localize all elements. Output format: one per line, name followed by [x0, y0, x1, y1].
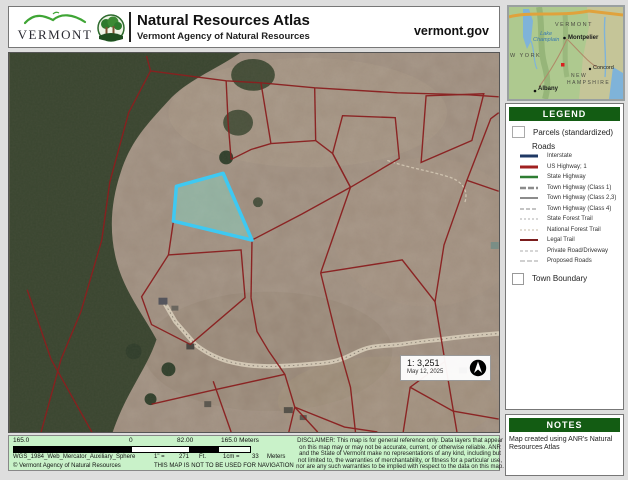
legend-line-swatch — [519, 258, 539, 264]
cm-eq-unit: Meters — [267, 454, 285, 460]
inset-label-new-york: W YORK — [510, 53, 541, 59]
legend-line-swatch — [519, 164, 539, 170]
legend-item-label: Town Highway (Class 4) — [547, 206, 611, 212]
anr-logo-icon — [97, 14, 125, 42]
legend-town-boundary-row: Town Boundary — [509, 273, 620, 285]
inset-label-nh2: HAMPSHIRE — [567, 80, 610, 86]
town-boundary-label: Town Boundary — [532, 274, 587, 283]
legend-line-swatch — [519, 153, 539, 159]
page-subtitle: Vermont Agency of Natural Resources — [137, 31, 310, 42]
inset-label-nh1: NEW — [571, 73, 587, 79]
legend-item: Town Highway (Class 4) — [519, 204, 620, 215]
legend-item-label: Town Highway (Class 1) — [547, 185, 611, 191]
legend-item: Interstate — [519, 151, 620, 162]
navigation-warning: THIS MAP IS NOT TO BE USED FOR NAVIGATIO… — [154, 463, 294, 469]
cm-eq-lhs: 1cm = — [223, 454, 240, 460]
parcels-swatch — [512, 126, 525, 138]
legend-item-label: State Highway — [547, 174, 586, 180]
page-title: Natural Resources Atlas — [137, 12, 310, 30]
legend-line-swatch — [519, 248, 539, 254]
legend-item-label: National Forest Trail — [547, 227, 601, 233]
legend-item: Town Highway (Class 2,3) — [519, 193, 620, 204]
legend-item: Private Road/Driveway — [519, 246, 620, 257]
header-divider — [129, 12, 131, 42]
mountain-icon — [23, 10, 87, 26]
vermont-gov-link[interactable]: vermont.gov — [414, 24, 489, 38]
legend-item: US Highway; 1 — [519, 162, 620, 173]
legend-line-swatch — [519, 206, 539, 212]
legend-item-label: State Forest Trail — [547, 216, 593, 222]
inch-eq-value: 271 — [179, 454, 189, 460]
inset-label-montpelier: Montpelier — [568, 35, 598, 41]
parcels-label: Parcels (standardized) — [533, 128, 613, 137]
scale-bar — [13, 446, 251, 453]
legend-item-label: Legal Trail — [547, 237, 575, 243]
scalebar-label-right: 165.0 Meters — [221, 437, 259, 444]
legend-parcels-row: Parcels (standardized) — [509, 126, 620, 138]
legend-items: Interstate US Highway; 1 State Highway Town… — [509, 151, 620, 267]
vermont-logo: VERMONT — [17, 10, 93, 44]
legend-item-label: Town Highway (Class 2,3) — [547, 195, 616, 201]
town-boundary-swatch — [512, 273, 524, 285]
projection-label: WGS_1984_Web_Mercator_Auxiliary_Sphere — [13, 454, 135, 460]
inset-label-concord: Concord — [593, 65, 614, 71]
overview-map: VERMONT LakeChamplain Montpelier W YORK … — [507, 5, 625, 101]
legend-item-label: Proposed Roads — [547, 258, 592, 264]
legend-item: Town Highway (Class 1) — [519, 183, 620, 194]
notes-panel: NOTES Map created using ANR's Natural Re… — [505, 414, 624, 476]
legend-item: State Forest Trail — [519, 214, 620, 225]
scalebar-label-zero: 0 — [129, 437, 133, 444]
legend-line-swatch — [519, 185, 539, 191]
legend-item: National Forest Trail — [519, 225, 620, 236]
inset-label-lake: LakeChamplain — [533, 31, 559, 43]
inset-label-vermont: VERMONT — [555, 22, 593, 28]
map-date: May 12, 2025 — [407, 369, 443, 375]
legend-panel: LEGEND Parcels (standardized) Roads Inte… — [505, 103, 624, 410]
legend-item-label: Interstate — [547, 153, 572, 159]
legend-item: State Highway — [519, 172, 620, 183]
legend-item: Proposed Roads — [519, 256, 620, 267]
north-arrow-icon — [469, 359, 487, 377]
copyright-label: © Vermont Agency of Natural Resources — [13, 463, 121, 469]
cm-eq-value: 33 — [252, 454, 259, 460]
disclaimer-text: DISCLAIMER: This map is for general refe… — [295, 438, 505, 471]
legend-line-swatch — [519, 237, 539, 243]
scalebar-label-left: 165.0 — [13, 437, 29, 444]
vermont-wordmark: VERMONT — [17, 27, 93, 43]
map-canvas[interactable]: 1: 3,251 May 12, 2025 — [8, 52, 500, 433]
legend-item: Legal Trail — [519, 235, 620, 246]
legend-line-swatch — [519, 195, 539, 201]
legend-line-swatch — [519, 174, 539, 180]
legend-item-label: Private Road/Driveway — [547, 248, 608, 254]
legend-header: LEGEND — [509, 107, 620, 121]
location-marker — [561, 63, 565, 67]
notes-header: NOTES — [509, 418, 620, 432]
scale-ratio: 1: 3,251 — [407, 358, 440, 368]
notes-text: Map created using ANR's Natural Resource… — [509, 436, 620, 452]
inch-eq-lhs: 1" = — [154, 454, 165, 460]
legend-item-label: US Highway; 1 — [547, 164, 587, 170]
scale-info-box: 1: 3,251 May 12, 2025 — [400, 355, 491, 381]
legend-line-swatch — [519, 216, 539, 222]
scalebar-label-mid: 82.00 — [177, 437, 193, 444]
legend-line-swatch — [519, 227, 539, 233]
inch-eq-unit: Ft. — [199, 454, 206, 460]
inset-label-albany: Albany — [538, 86, 558, 92]
header-panel: VERMONT Natural Resources Atlas Vermont … — [8, 6, 500, 48]
map-footer-bar: 165.0 0 82.00 165.0 Meters WGS_1984_Web_… — [8, 435, 500, 471]
roads-group-label: Roads — [532, 142, 620, 151]
